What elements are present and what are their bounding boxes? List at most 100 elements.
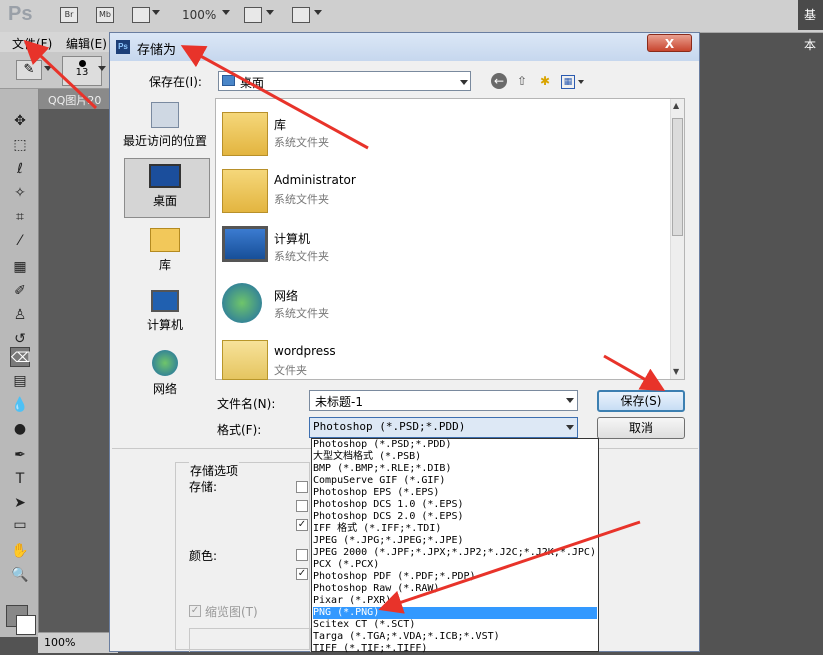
chevron-down-icon[interactable] xyxy=(460,80,468,85)
gradient-tool-icon[interactable]: ▤ xyxy=(10,371,30,391)
place-desktop[interactable]: 桌面 xyxy=(120,164,210,209)
list-item[interactable]: 计算机 系统文件夹 xyxy=(220,222,660,274)
bridge-button[interactable]: Br xyxy=(60,7,78,23)
marquee-tool-icon[interactable]: ⬚ xyxy=(10,135,30,155)
format-option[interactable]: BMP (*.BMP;*.RLE;*.DIB) xyxy=(313,463,597,475)
save-options-title: 存储选项 xyxy=(189,462,240,479)
format-option[interactable]: Photoshop PDF (*.PDF;*.PDP) xyxy=(313,571,597,583)
chevron-down-icon[interactable] xyxy=(266,10,274,15)
format-option[interactable]: Photoshop Raw (*.RAW) xyxy=(313,583,597,595)
hand-tool-icon[interactable]: ✋ xyxy=(10,541,30,561)
place-network[interactable]: 网络 xyxy=(120,350,210,397)
scrollbar-thumb[interactable] xyxy=(672,118,683,236)
move-tool-icon[interactable]: ✥ xyxy=(10,111,30,131)
menu-edit[interactable]: 编辑(E) xyxy=(66,35,107,52)
format-label: 格式(F): xyxy=(217,423,262,437)
new-folder-icon[interactable]: ✱ xyxy=(537,73,553,89)
format-option[interactable]: Photoshop (*.PSD;*.PDD) xyxy=(313,439,597,451)
arrange-documents-icon[interactable] xyxy=(244,7,262,23)
color-label: 颜色: xyxy=(189,549,218,563)
view-menu-icon[interactable]: ▦ xyxy=(561,75,575,89)
eyedropper-tool-icon[interactable]: ⁄ xyxy=(10,231,30,251)
eraser-preset-icon[interactable]: ✎ xyxy=(16,60,42,80)
path-selection-icon[interactable]: ➤ xyxy=(10,493,30,513)
format-option[interactable]: JPEG 2000 (*.JPF;*.JPX;*.JP2;*.J2C;*.J2K… xyxy=(313,547,597,559)
thumbnail-checkbox[interactable]: ✓ xyxy=(189,605,201,617)
file-type: 文件夹 xyxy=(274,364,307,377)
checkbox-checked[interactable]: ✓ xyxy=(296,568,308,580)
close-button[interactable]: X xyxy=(647,34,692,52)
place-recent[interactable]: 最近访问的位置 xyxy=(120,102,210,149)
brush-picker[interactable]: 13 xyxy=(62,56,102,86)
format-option[interactable]: Photoshop DCS 2.0 (*.EPS) xyxy=(313,511,597,523)
healing-brush-icon[interactable]: ▦ xyxy=(10,257,30,277)
list-item[interactable]: 库 系统文件夹 xyxy=(220,108,660,160)
zoom-level[interactable]: 100% xyxy=(182,8,216,22)
up-folder-icon[interactable]: ⇧ xyxy=(514,73,530,89)
scroll-up-icon[interactable]: ▲ xyxy=(673,101,679,110)
chevron-down-icon[interactable] xyxy=(578,80,584,84)
zoom-tool-icon[interactable]: 🔍 xyxy=(10,565,30,585)
blur-tool-icon[interactable]: 💧 xyxy=(10,395,30,415)
list-item[interactable]: 网络 系统文件夹 xyxy=(220,279,660,331)
scroll-down-icon[interactable]: ▼ xyxy=(673,367,679,376)
lasso-tool-icon[interactable]: ℓ xyxy=(10,159,30,179)
view-extras-icon[interactable] xyxy=(132,7,150,23)
save-in-label: 保存在(I): xyxy=(149,75,202,89)
format-option[interactable]: PCX (*.PCX) xyxy=(313,559,597,571)
format-option[interactable]: JPEG (*.JPG;*.JPEG;*.JPE) xyxy=(313,535,597,547)
back-icon[interactable]: ← xyxy=(491,73,507,89)
brush-tool-icon[interactable]: ✐ xyxy=(10,281,30,301)
format-option[interactable]: IFF 格式 (*.IFF;*.TDI) xyxy=(313,523,597,535)
place-library[interactable]: 库 xyxy=(120,228,210,273)
format-option[interactable]: CompuServe GIF (*.GIF) xyxy=(313,475,597,487)
magic-wand-icon[interactable]: ✧ xyxy=(10,183,30,203)
background-color-swatch[interactable] xyxy=(16,615,36,635)
screen-mode-icon[interactable] xyxy=(292,7,310,23)
dialog-titlebar[interactable] xyxy=(110,33,699,61)
chevron-down-icon[interactable] xyxy=(152,10,160,15)
menu-file[interactable]: 文件(F) xyxy=(12,35,52,52)
chevron-down-icon[interactable] xyxy=(44,66,52,71)
format-option[interactable]: Photoshop DCS 1.0 (*.EPS) xyxy=(313,499,597,511)
mini-bridge-button[interactable]: Mb xyxy=(96,7,114,23)
network-globe-icon xyxy=(152,350,178,376)
checkbox[interactable] xyxy=(296,549,308,561)
place-computer[interactable]: 计算机 xyxy=(120,290,210,333)
format-option[interactable]: Pixar (*.PXR) xyxy=(313,595,597,607)
format-option[interactable]: Scitex CT (*.SCT) xyxy=(313,619,597,631)
list-item[interactable]: wordpress 文件夹 xyxy=(220,336,660,388)
type-tool-icon[interactable]: T xyxy=(10,469,30,489)
format-option[interactable]: Photoshop EPS (*.EPS) xyxy=(313,487,597,499)
chevron-down-icon[interactable] xyxy=(314,10,322,15)
checkbox-checked[interactable]: ✓ xyxy=(296,519,308,531)
clone-stamp-icon[interactable]: ♙ xyxy=(10,305,30,325)
eraser-tool-icon[interactable]: ⌫ xyxy=(10,347,31,367)
file-name: wordpress xyxy=(274,344,336,358)
chevron-down-icon[interactable] xyxy=(222,10,230,15)
format-option[interactable]: 大型文档格式 (*.PSB) xyxy=(313,451,597,463)
document-tab-label: QQ图片20 xyxy=(48,94,102,107)
cancel-button[interactable]: 取消 xyxy=(597,417,685,439)
shape-tool-icon[interactable]: ▭ xyxy=(10,515,30,535)
chevron-down-icon[interactable] xyxy=(566,398,574,403)
chevron-down-icon[interactable] xyxy=(566,425,574,430)
workspace-switcher[interactable]: 基本 xyxy=(798,0,823,52)
ps-logo: Ps xyxy=(8,3,33,25)
list-item[interactable]: Administrator 系统文件夹 xyxy=(220,165,660,217)
network-globe-icon xyxy=(222,283,262,323)
crop-tool-icon[interactable]: ⌗ xyxy=(10,207,30,227)
checkbox[interactable] xyxy=(296,500,308,512)
dodge-tool-icon[interactable]: ● xyxy=(10,419,30,439)
save-button[interactable]: 保存(S) xyxy=(597,390,685,412)
format-option[interactable]: TIFF (*.TIF;*.TIFF) xyxy=(313,643,597,655)
status-zoom[interactable]: 100% xyxy=(44,636,75,649)
chevron-down-icon[interactable] xyxy=(98,66,106,71)
checkbox[interactable] xyxy=(296,481,308,493)
format-option[interactable]: Targa (*.TGA;*.VDA;*.ICB;*.VST) xyxy=(313,631,597,643)
history-brush-icon[interactable]: ↺ xyxy=(10,329,30,349)
options-bar: ✎ 13 xyxy=(0,52,112,89)
pen-tool-icon[interactable]: ✒ xyxy=(10,445,30,465)
format-option[interactable]: PNG (*.PNG) xyxy=(313,607,597,619)
file-name: 网络 xyxy=(274,289,299,303)
